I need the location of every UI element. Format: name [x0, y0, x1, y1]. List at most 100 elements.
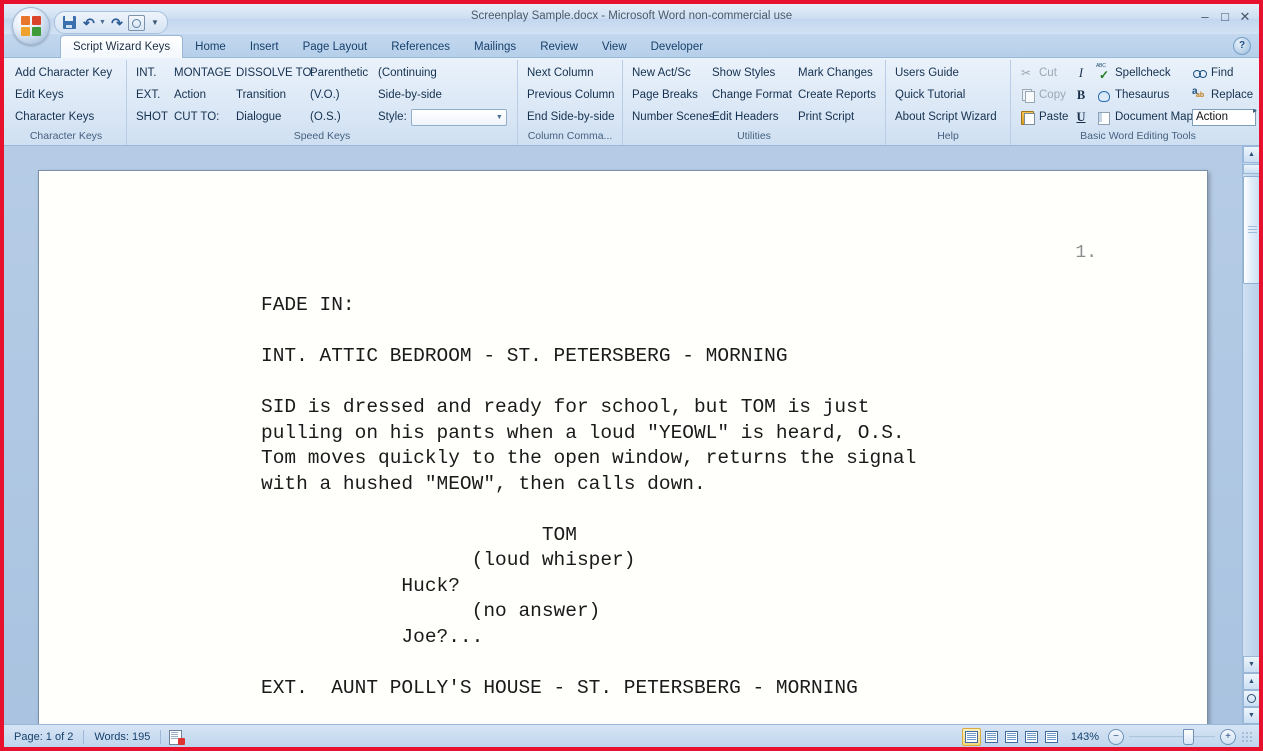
- ribbon-command-find[interactable]: Find: [1187, 62, 1259, 84]
- ribbon-command-side-by-side[interactable]: Side-by-side: [373, 84, 513, 106]
- view-button-outline[interactable]: [1022, 728, 1041, 746]
- ribbon-command-users-guide[interactable]: Users Guide: [890, 62, 1006, 84]
- ribbon-column: Users Guide Quick Tutorial About Script Wi…: [890, 62, 1006, 128]
- ribbon-command-create-reports[interactable]: Create Reports: [793, 84, 881, 106]
- ribbon-command-previous-column[interactable]: Previous Column: [522, 84, 618, 106]
- vertical-scrollbar[interactable]: ▲ ▼ ▲ ▼: [1242, 146, 1259, 724]
- ribbon-command-b[interactable]: B: [1071, 84, 1091, 106]
- command-label: Users Guide: [895, 67, 959, 79]
- scroll-up-button[interactable]: ▲: [1243, 146, 1259, 163]
- view-button-draft[interactable]: [1042, 728, 1061, 746]
- ribbon-command-edit-keys[interactable]: Edit Keys: [10, 84, 122, 106]
- ribbon-command-o-s[interactable]: (O.S.): [305, 106, 373, 128]
- previous-page-button[interactable]: ▲: [1243, 673, 1259, 690]
- split-window-handle[interactable]: [1243, 164, 1259, 174]
- view-button-web-layout[interactable]: [1002, 728, 1021, 746]
- ribbon-command-shot[interactable]: SHOT: [131, 106, 169, 128]
- ribbon-command-edit-headers[interactable]: Edit Headers: [707, 106, 793, 128]
- screenplay-text[interactable]: FADE IN: INT. ATTIC BEDROOM - ST. PETERS…: [39, 293, 1207, 701]
- save-button[interactable]: [60, 14, 78, 31]
- ribbon-command-add-character-key[interactable]: Add Character Key: [10, 62, 122, 84]
- chevron-down-icon[interactable]: ▼: [496, 114, 503, 121]
- next-page-button[interactable]: ▼: [1243, 707, 1259, 724]
- ribbon-command-end-side-by-side[interactable]: End Side-by-side: [522, 106, 618, 128]
- ribbon-command-quick-tutorial[interactable]: Quick Tutorial: [890, 84, 1006, 106]
- office-button[interactable]: [12, 7, 50, 45]
- help-icon[interactable]: ?: [1233, 37, 1251, 55]
- script-wizard-button[interactable]: [128, 14, 146, 31]
- zoom-out-button[interactable]: −: [1108, 729, 1124, 745]
- ribbon-command-u[interactable]: U: [1071, 106, 1091, 128]
- zoom-in-button[interactable]: +: [1220, 729, 1236, 745]
- ribbon-command-document-map[interactable]: Document Map: [1091, 106, 1193, 128]
- view-button-print-layout[interactable]: [961, 728, 981, 746]
- select-browse-object-icon[interactable]: [1243, 690, 1259, 707]
- ribbon-command-next-column[interactable]: Next Column: [522, 62, 618, 84]
- ribbon-command-continuing[interactable]: (Continuing: [373, 62, 513, 84]
- tab-page-layout[interactable]: Page Layout: [291, 36, 380, 57]
- page-status[interactable]: Page: 1 of 2: [4, 728, 83, 746]
- zoom-level[interactable]: 143%: [1067, 731, 1103, 743]
- ribbon-command-i[interactable]: I: [1071, 62, 1091, 84]
- zoom-slider[interactable]: [1129, 729, 1215, 745]
- tab-references[interactable]: References: [379, 36, 462, 57]
- ribbon-command-character-keys[interactable]: Character Keys: [10, 106, 122, 128]
- ribbon-command-montage[interactable]: MONTAGE: [169, 62, 231, 84]
- ribbon-command-change-format[interactable]: Change Format: [707, 84, 793, 106]
- ribbon-command-action[interactable]: Action: [169, 84, 231, 106]
- word-count-status[interactable]: Words: 195: [84, 728, 160, 746]
- tab-review[interactable]: Review: [528, 36, 590, 57]
- ribbon-command-action[interactable]: Action: [1187, 106, 1259, 128]
- tab-script-wizard-keys[interactable]: Script Wizard Keys: [60, 35, 184, 58]
- document-page[interactable]: 1. FADE IN: INT. ATTIC BEDROOM - ST. PET…: [38, 170, 1208, 724]
- view-button-full-screen-reading[interactable]: [982, 728, 1001, 746]
- command-label: (O.S.): [310, 111, 341, 123]
- customize-qat-icon[interactable]: ▼: [148, 18, 162, 27]
- cropped-top-text: Script Wizard: [0, 0, 1263, 3]
- redo-button[interactable]: ↷: [108, 14, 126, 31]
- ribbon-command-new-act-sc[interactable]: New Act/Sc: [627, 62, 707, 84]
- ribbon-command-dialogue[interactable]: Dialogue: [231, 106, 305, 128]
- format-underline-button[interactable]: U: [1076, 110, 1086, 125]
- ribbon-command-parenthetic[interactable]: Parenthetic: [305, 62, 373, 84]
- resize-grip-icon[interactable]: [1241, 731, 1253, 743]
- ribbon-command-about-script-wizard[interactable]: About Script Wizard: [890, 106, 1006, 128]
- undo-button[interactable]: ↶: [80, 14, 98, 31]
- maximize-button[interactable]: □: [1217, 9, 1233, 23]
- tab-view[interactable]: View: [590, 36, 639, 57]
- action-textbox[interactable]: Action: [1192, 108, 1256, 126]
- undo-dropdown-icon[interactable]: ▼: [99, 19, 106, 26]
- quick-access-toolbar: ↶ ▼ ↷ ▼: [54, 11, 168, 34]
- ribbon-command-int[interactable]: INT.: [131, 62, 169, 84]
- format-bold-button[interactable]: B: [1076, 88, 1086, 103]
- ribbon-command-dissolve-to[interactable]: DISSOLVE TO:: [231, 62, 315, 84]
- ribbon-command-page-breaks[interactable]: Page Breaks: [627, 84, 707, 106]
- ribbon-command-style[interactable]: Style: ▼: [373, 106, 513, 128]
- ribbon-command-mark-changes[interactable]: Mark Changes: [793, 62, 881, 84]
- style-combobox[interactable]: ▼: [410, 108, 507, 126]
- ribbon-command-spellcheck[interactable]: Spellcheck: [1091, 62, 1187, 84]
- ribbon-command-thesaurus[interactable]: Thesaurus: [1091, 84, 1187, 106]
- ribbon-command-show-styles[interactable]: Show Styles: [707, 62, 793, 84]
- proofing-errors-icon[interactable]: [169, 730, 186, 745]
- scroll-down-button[interactable]: ▼: [1243, 656, 1259, 673]
- ribbon-command-ext[interactable]: EXT.: [131, 84, 169, 106]
- ribbon-command-transition[interactable]: Transition: [231, 84, 305, 106]
- tab-developer[interactable]: Developer: [639, 36, 715, 57]
- minimize-button[interactable]: –: [1197, 9, 1213, 23]
- close-button[interactable]: ✕: [1237, 9, 1253, 23]
- tab-mailings[interactable]: Mailings: [462, 36, 528, 57]
- ribbon-command-number-scenes[interactable]: Number Scenes: [627, 106, 714, 128]
- scrollbar-thumb[interactable]: [1243, 176, 1259, 284]
- ribbon-command-paste[interactable]: Paste: [1015, 106, 1071, 128]
- zoom-slider-thumb[interactable]: [1183, 729, 1194, 745]
- tab-insert[interactable]: Insert: [238, 36, 291, 57]
- ribbon-command-print-script[interactable]: Print Script: [793, 106, 881, 128]
- tab-home[interactable]: Home: [183, 36, 238, 57]
- ribbon-command-v-o[interactable]: (V.O.): [305, 84, 373, 106]
- ribbon-overflow-icon[interactable]: ▸: [1253, 106, 1257, 115]
- script-line: pulling on his pants when a loud "YEOWL"…: [261, 421, 905, 444]
- format-italic-button[interactable]: I: [1076, 66, 1086, 81]
- ribbon-command-cut-to[interactable]: CUT TO:: [169, 106, 231, 128]
- ribbon-command-replace[interactable]: Replace: [1187, 84, 1259, 106]
